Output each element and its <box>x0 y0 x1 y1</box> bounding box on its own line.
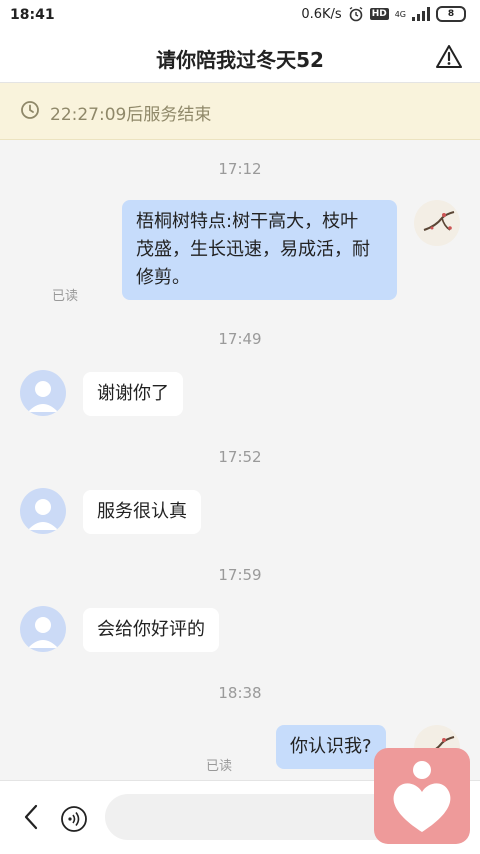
service-timer-banner: 22:27:09后服务结束 <box>0 83 480 140</box>
alarm-icon <box>349 6 363 22</box>
message-timestamp: 17:52 <box>218 448 262 466</box>
floating-heart-button[interactable] <box>374 748 470 844</box>
plum-branch-avatar-image <box>423 211 455 231</box>
heart-icon <box>393 761 451 832</box>
outgoing-message-bubble[interactable]: 你认识我? <box>276 725 386 769</box>
outgoing-message-bubble[interactable]: 梧桐树特点:树干高大，枝叶 茂盛，生长迅速，易成活，耐 修剪。 <box>122 200 397 300</box>
read-receipt: 已读 <box>52 289 79 304</box>
default-user-icon <box>28 499 58 530</box>
page-title: 请你陪我过冬天52 <box>156 48 324 72</box>
voice-icon[interactable] <box>60 805 88 833</box>
message-text-line: 修剪。 <box>136 267 190 288</box>
network-speed: 0.6K/s <box>301 6 342 22</box>
hd-badge: HD <box>369 8 389 20</box>
chat-area[interactable]: 17:12 梧桐树特点:树干高大，枝叶 茂盛，生长迅速，易成活，耐 修剪。 已读… <box>0 140 480 780</box>
incoming-message-bubble[interactable]: 会给你好评的 <box>83 608 219 652</box>
chat-header: 请你陪我过冬天52 <box>0 32 480 83</box>
message-timestamp: 17:12 <box>218 160 262 178</box>
contact-avatar[interactable] <box>20 606 66 652</box>
message-timestamp: 17:59 <box>218 566 262 584</box>
status-bar: 18:41 0.6K/s HD 4G 8 <box>0 0 480 32</box>
message-input[interactable] <box>105 794 405 840</box>
chevron-left-icon[interactable] <box>18 803 46 831</box>
message-text-line: 茂盛，生长迅速，易成活，耐 <box>136 239 370 260</box>
clock-icon <box>21 101 39 119</box>
default-user-icon <box>28 617 58 648</box>
contact-avatar[interactable] <box>20 488 66 534</box>
my-avatar[interactable] <box>414 200 460 246</box>
read-receipt: 已读 <box>206 759 233 774</box>
contact-avatar[interactable] <box>20 370 66 416</box>
message-timestamp: 18:38 <box>218 684 262 702</box>
battery-level: 8 <box>447 9 455 19</box>
battery-icon: 8 <box>436 6 466 22</box>
message-text-line: 梧桐树特点:树干高大，枝叶 <box>136 211 359 232</box>
message-timestamp: 17:49 <box>218 330 262 348</box>
warning-icon[interactable] <box>436 44 462 70</box>
default-user-icon <box>28 381 58 412</box>
incoming-message-bubble[interactable]: 谢谢你了 <box>83 372 183 416</box>
status-indicators: 0.6K/s HD 4G 8 <box>301 6 466 22</box>
network-type: 4G <box>394 9 406 19</box>
service-timer-text: 22:27:09后服务结束 <box>50 105 212 125</box>
signal-icon <box>412 7 430 21</box>
status-time: 18:41 <box>10 7 55 23</box>
incoming-message-bubble[interactable]: 服务很认真 <box>83 490 201 534</box>
